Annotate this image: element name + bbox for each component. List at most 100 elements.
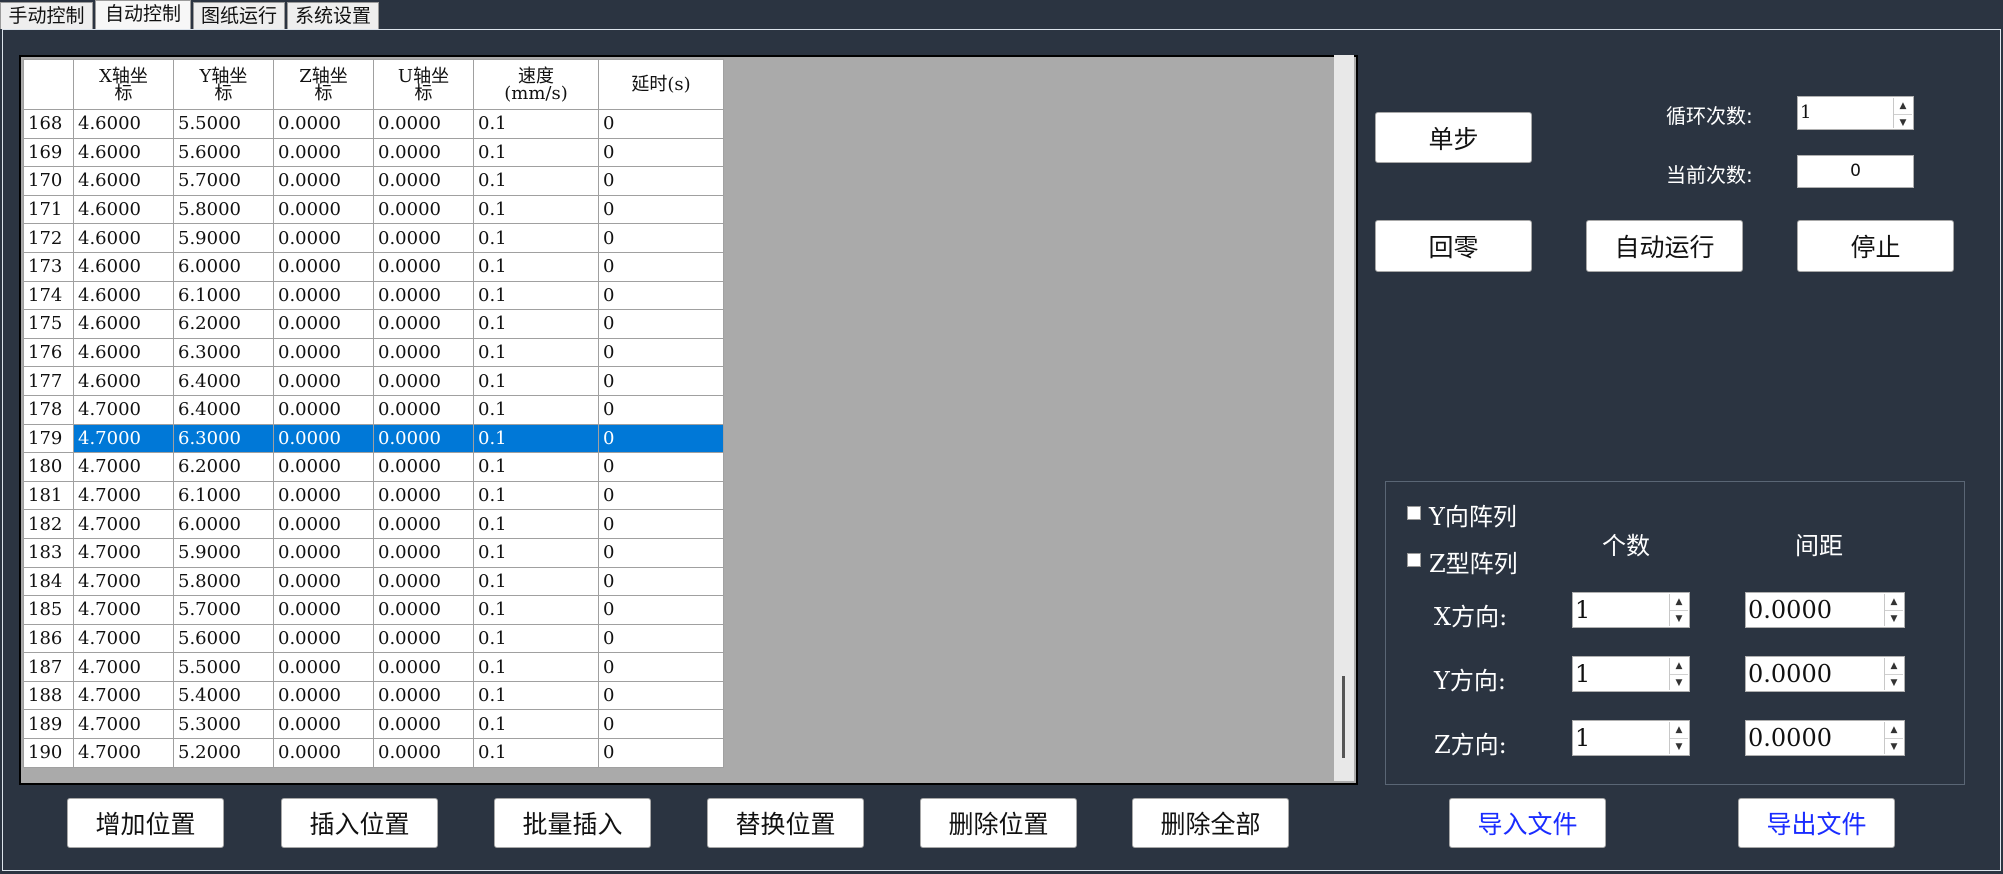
spin-down-icon[interactable]: ▼: [1670, 739, 1688, 755]
z-coordinate-cell[interactable]: 0.0000: [273, 366, 374, 396]
u-coordinate-cell[interactable]: 0.0000: [373, 280, 474, 311]
y-coordinate-cell[interactable]: 6.3000: [173, 423, 274, 454]
row-number-cell[interactable]: 187: [23, 652, 74, 682]
speed-cell[interactable]: 0.1: [473, 509, 599, 539]
delay-cell[interactable]: 0: [598, 709, 724, 740]
y-coordinate-cell[interactable]: 6.1000: [173, 280, 274, 311]
auto-run-button[interactable]: 自动运行: [1586, 220, 1743, 272]
table-row[interactable]: 189 4.7000 5.3000 0.0000 0.0000 0.1 0: [23, 709, 724, 740]
y-coordinate-cell[interactable]: 5.7000: [173, 166, 274, 196]
x-coordinate-cell[interactable]: 4.7000: [73, 537, 174, 568]
delay-cell[interactable]: 0: [598, 423, 724, 454]
z-spacing-arrows[interactable]: ▲ ▼: [1884, 722, 1903, 754]
delay-cell[interactable]: 0: [598, 480, 724, 511]
delay-cell[interactable]: 0: [598, 137, 724, 168]
z-count-arrows[interactable]: ▲ ▼: [1669, 722, 1688, 754]
table-row[interactable]: 186 4.7000 5.6000 0.0000 0.0000 0.1 0: [23, 623, 724, 654]
y-coordinate-cell[interactable]: 5.8000: [173, 566, 274, 597]
z-coordinate-cell[interactable]: 0.0000: [273, 251, 374, 282]
x-coordinate-cell[interactable]: 4.7000: [73, 509, 174, 539]
x-coordinate-cell[interactable]: 4.6000: [73, 137, 174, 168]
z-coordinate-cell[interactable]: 0.0000: [273, 680, 374, 711]
insert-position-button[interactable]: 插入位置: [281, 798, 438, 848]
y-coordinate-cell[interactable]: 6.2000: [173, 309, 274, 339]
y-coordinate-cell[interactable]: 5.8000: [173, 194, 274, 225]
z-array-checkbox[interactable]: [1407, 553, 1421, 567]
spin-down-icon[interactable]: ▼: [1885, 611, 1903, 627]
u-coordinate-cell[interactable]: 0.0000: [373, 452, 474, 482]
x-coordinate-cell[interactable]: 4.7000: [73, 680, 174, 711]
spin-up-icon[interactable]: ▲: [1670, 722, 1688, 739]
y-coordinate-cell[interactable]: 5.4000: [173, 680, 274, 711]
spin-down-icon[interactable]: ▼: [1670, 675, 1688, 691]
replace-position-button[interactable]: 替换位置: [707, 798, 864, 848]
speed-cell[interactable]: 0.1: [473, 623, 599, 654]
table-row[interactable]: 190 4.7000 5.2000 0.0000 0.0000 0.1 0: [23, 738, 724, 768]
table-row[interactable]: 183 4.7000 5.9000 0.0000 0.0000 0.1 0: [23, 537, 724, 568]
column-header-delay[interactable]: 延时(s): [598, 59, 724, 110]
single-step-button[interactable]: 单步: [1375, 112, 1532, 163]
y-count-value[interactable]: 1: [1575, 657, 1667, 691]
z-coordinate-cell[interactable]: 0.0000: [273, 337, 374, 368]
loop-count-value[interactable]: 1: [1800, 97, 1891, 129]
speed-cell[interactable]: 0.1: [473, 566, 599, 597]
z-coordinate-cell[interactable]: 0.0000: [273, 709, 374, 740]
y-coordinate-cell[interactable]: 6.4000: [173, 394, 274, 425]
row-number-cell[interactable]: 176: [23, 337, 74, 368]
row-number-cell[interactable]: 182: [23, 509, 74, 539]
table-row[interactable]: 171 4.6000 5.8000 0.0000 0.0000 0.1 0: [23, 194, 724, 225]
y-coordinate-cell[interactable]: 5.5000: [173, 652, 274, 682]
x-coordinate-cell[interactable]: 4.7000: [73, 623, 174, 654]
y-coordinate-cell[interactable]: 5.3000: [173, 709, 274, 740]
delay-cell[interactable]: 0: [598, 652, 724, 682]
add-position-button[interactable]: 增加位置: [67, 798, 224, 848]
u-coordinate-cell[interactable]: 0.0000: [373, 223, 474, 253]
delay-cell[interactable]: 0: [598, 280, 724, 311]
x-coordinate-cell[interactable]: 4.6000: [73, 194, 174, 225]
u-coordinate-cell[interactable]: 0.0000: [373, 652, 474, 682]
row-number-cell[interactable]: 184: [23, 566, 74, 597]
row-number-cell[interactable]: 173: [23, 251, 74, 282]
tab-drawing-run[interactable]: 图纸运行: [193, 2, 285, 29]
x-spacing-arrows[interactable]: ▲ ▼: [1884, 594, 1903, 626]
table-row[interactable]: 182 4.7000 6.0000 0.0000 0.0000 0.1 0: [23, 509, 724, 539]
speed-cell[interactable]: 0.1: [473, 223, 599, 253]
delay-cell[interactable]: 0: [598, 452, 724, 482]
z-coordinate-cell[interactable]: 0.0000: [273, 452, 374, 482]
x-count-spinner[interactable]: 1 ▲ ▼: [1572, 592, 1690, 628]
tab-manual-control[interactable]: 手动控制: [0, 2, 93, 29]
row-number-cell[interactable]: 190: [23, 738, 74, 768]
speed-cell[interactable]: 0.1: [473, 280, 599, 311]
u-coordinate-cell[interactable]: 0.0000: [373, 623, 474, 654]
z-coordinate-cell[interactable]: 0.0000: [273, 394, 374, 425]
delay-cell[interactable]: 0: [598, 566, 724, 597]
z-coordinate-cell[interactable]: 0.0000: [273, 623, 374, 654]
y-coordinate-cell[interactable]: 5.5000: [173, 109, 274, 139]
delay-cell[interactable]: 0: [598, 537, 724, 568]
delay-cell[interactable]: 0: [598, 223, 724, 253]
x-coordinate-cell[interactable]: 4.7000: [73, 480, 174, 511]
spin-up-icon[interactable]: ▲: [1894, 98, 1912, 115]
speed-cell[interactable]: 0.1: [473, 595, 599, 625]
x-coordinate-cell[interactable]: 4.7000: [73, 452, 174, 482]
u-coordinate-cell[interactable]: 0.0000: [373, 709, 474, 740]
z-coordinate-cell[interactable]: 0.0000: [273, 509, 374, 539]
u-coordinate-cell[interactable]: 0.0000: [373, 537, 474, 568]
table-row[interactable]: 188 4.7000 5.4000 0.0000 0.0000 0.1 0: [23, 680, 724, 711]
row-number-cell[interactable]: 168: [23, 109, 74, 139]
row-number-cell[interactable]: 170: [23, 166, 74, 196]
column-header-speed[interactable]: 速度 (mm/s): [473, 59, 599, 110]
spin-up-icon[interactable]: ▲: [1670, 658, 1688, 675]
y-array-checkbox[interactable]: [1407, 506, 1421, 520]
stop-button[interactable]: 停止: [1797, 220, 1954, 272]
u-coordinate-cell[interactable]: 0.0000: [373, 109, 474, 139]
z-array-label[interactable]: Z型阵列: [1429, 544, 1518, 579]
delay-cell[interactable]: 0: [598, 337, 724, 368]
u-coordinate-cell[interactable]: 0.0000: [373, 480, 474, 511]
z-coordinate-cell[interactable]: 0.0000: [273, 423, 374, 454]
z-coordinate-cell[interactable]: 0.0000: [273, 166, 374, 196]
row-number-cell[interactable]: 185: [23, 595, 74, 625]
u-coordinate-cell[interactable]: 0.0000: [373, 309, 474, 339]
z-coordinate-cell[interactable]: 0.0000: [273, 309, 374, 339]
y-coordinate-cell[interactable]: 6.4000: [173, 366, 274, 396]
